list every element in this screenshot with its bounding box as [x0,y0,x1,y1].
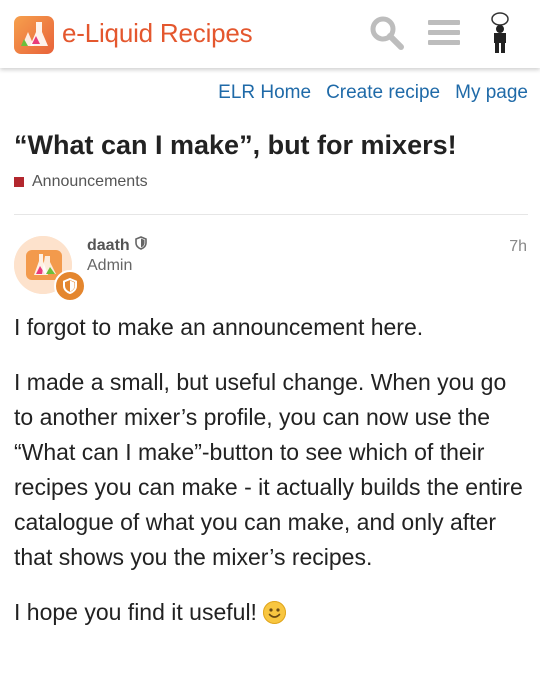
nav-my-page[interactable]: My page [455,82,528,104]
shield-icon [134,236,147,255]
site-logo[interactable] [14,16,54,54]
post-paragraph: I made a small, but useful change. When … [14,369,523,570]
nav-elr-home[interactable]: ELR Home [218,82,311,104]
site-nav: ELR Home Create recipe My page [218,82,528,104]
post-username[interactable]: daath [87,236,147,255]
post-paragraph: I forgot to make an announcement here. [14,314,424,340]
post-paragraph-text: I hope you find it useful! [14,599,257,625]
topic-category[interactable]: Announcements [14,173,148,191]
site-brand[interactable]: e-Liquid Recipes [62,18,253,49]
post-timestamp[interactable]: 7h [509,238,527,256]
category-color-swatch [14,177,24,187]
post-body: I forgot to make an announcement here. I… [14,310,526,650]
user-avatar-icon[interactable] [488,12,512,59]
username-label: daath [87,236,130,254]
post-paragraph: I hope you find it useful! [14,595,526,630]
site-header: e-Liquid Recipes [0,0,540,68]
divider [14,214,528,215]
slightly-smiling-face-icon [262,601,286,624]
post-user-role: Admin [87,257,133,274]
moderator-shield-icon [54,270,86,302]
category-label: Announcements [32,173,148,190]
search-icon[interactable] [368,14,406,57]
hamburger-menu-icon[interactable] [428,18,460,53]
topic-title[interactable]: “What can I make”, but for mixers! [14,130,526,161]
nav-create-recipe[interactable]: Create recipe [326,82,440,104]
